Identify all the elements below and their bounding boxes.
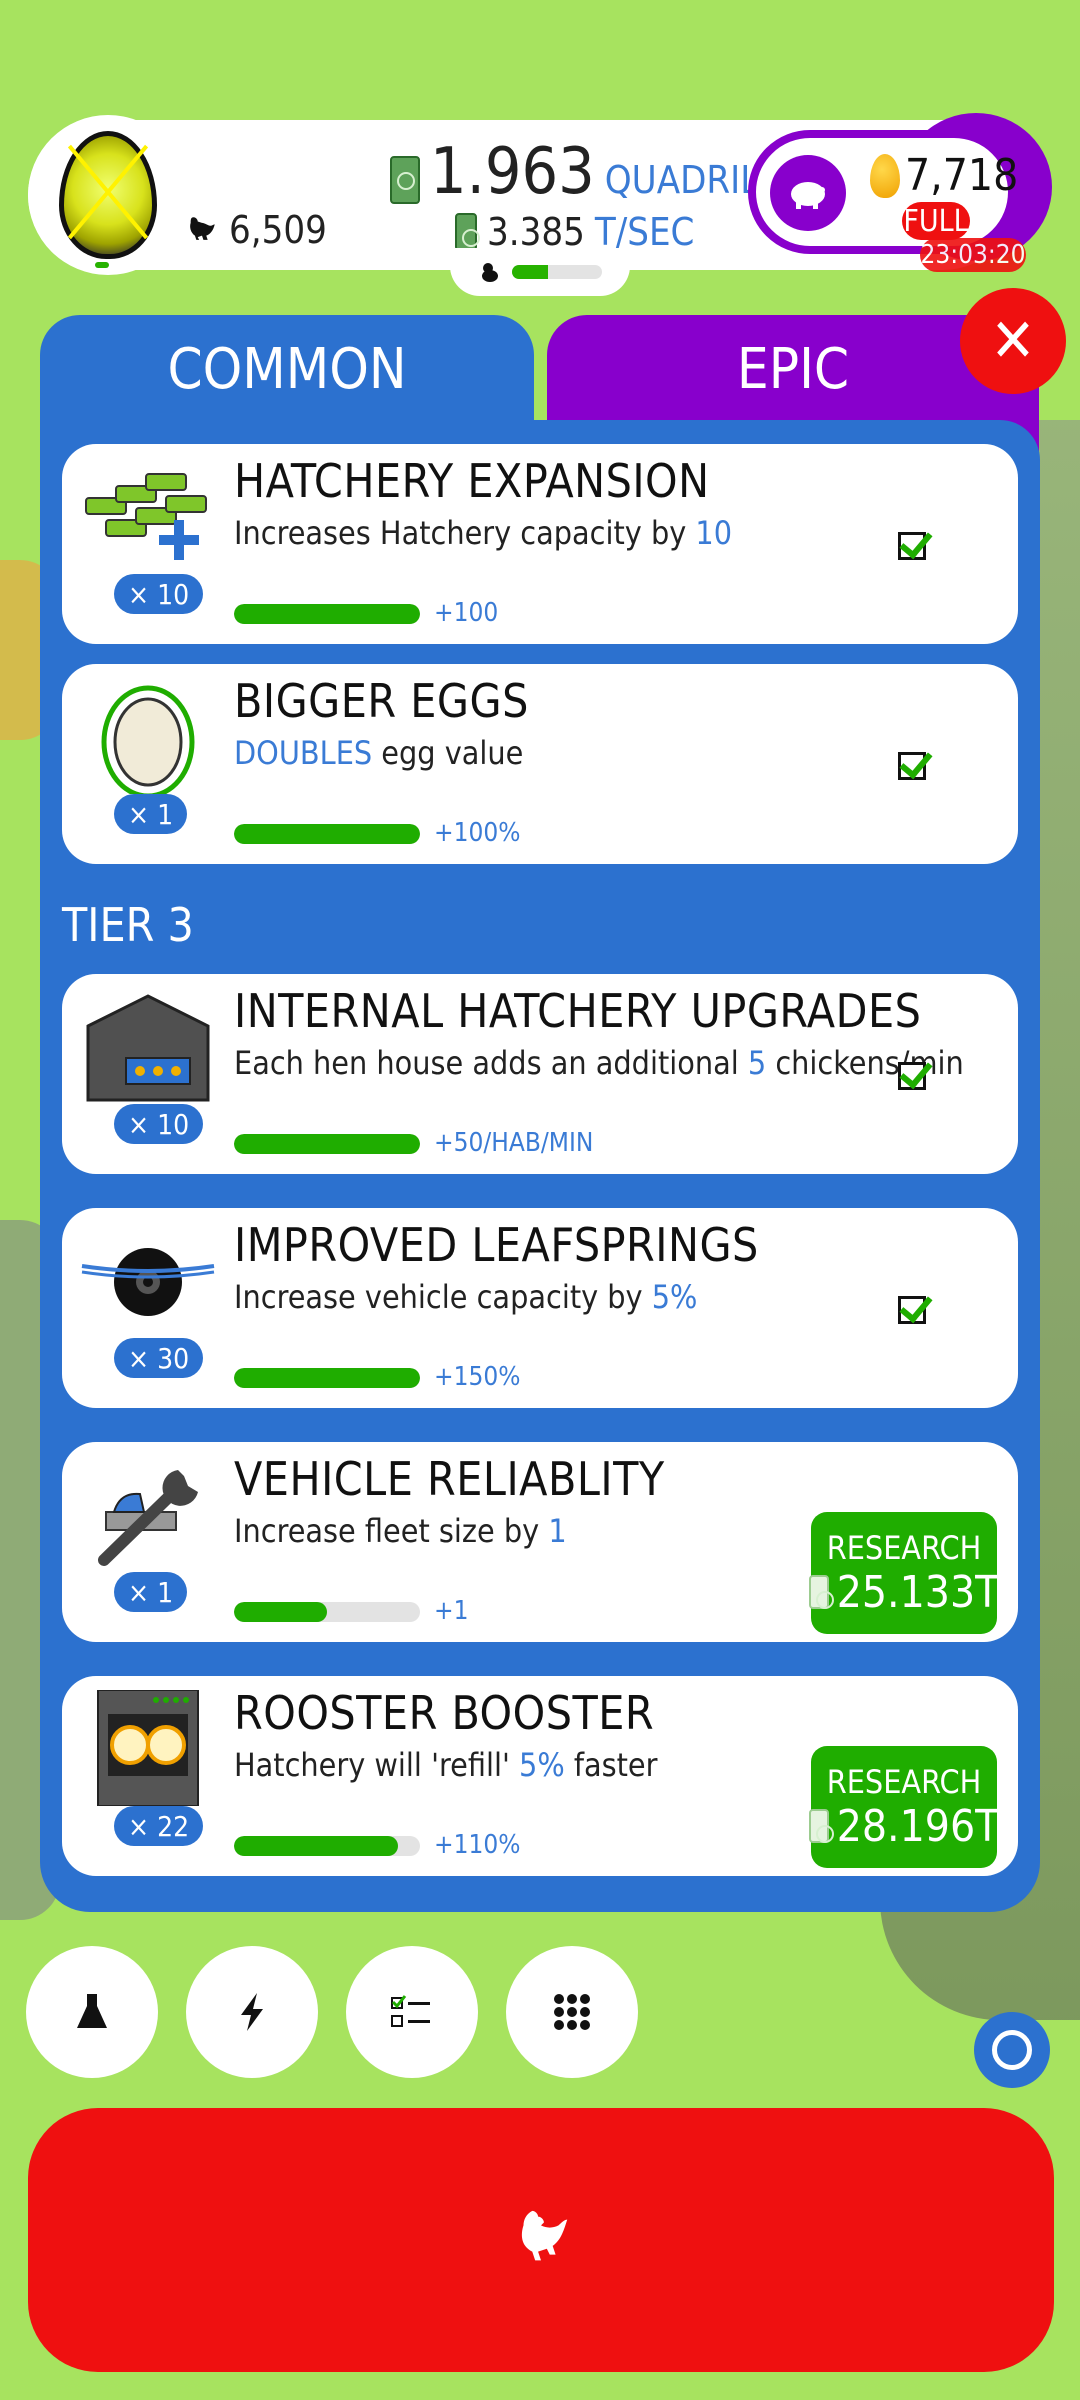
money-value: 1.963 — [430, 135, 595, 209]
flask-icon — [77, 1994, 107, 2028]
card-title: INTERNAL HATCHERY UPGRADES — [234, 984, 922, 1038]
menu-nav-button[interactable] — [506, 1946, 638, 2078]
piggy-bank-button[interactable] — [770, 155, 846, 231]
hen-house-icon — [80, 988, 216, 1104]
card-bonus: +100 — [434, 598, 499, 628]
upgrade-count-badge: × 1 — [114, 794, 188, 834]
golden-egg-icon — [870, 154, 900, 198]
hatch-progress-bar — [512, 265, 602, 279]
card-progress-bar — [234, 824, 420, 844]
card-title: IMPROVED LEAFSPRINGS — [234, 1218, 759, 1272]
research-button[interactable]: RESEARCH 25.133T — [808, 1512, 999, 1634]
card-description: Increase fleet size by 1 — [234, 1512, 567, 1550]
card-bonus: +100% — [434, 818, 521, 848]
checklist-icon — [391, 1995, 430, 2027]
card-description: Hatchery will 'refill' 5% faster — [234, 1746, 658, 1784]
research-card: × 1 VEHICLE RELIABLITY Increase fleet si… — [62, 1442, 1018, 1642]
leafspring-wheel-icon — [80, 1222, 216, 1338]
card-title: HATCHERY EXPANSION — [234, 454, 710, 508]
research-label: RESEARCH — [826, 1762, 982, 1801]
cash-icon — [455, 213, 480, 251]
upgrade-count-badge: × 10 — [114, 1104, 204, 1144]
piggy-bank-icon — [791, 182, 825, 209]
card-bonus: +1 — [434, 1596, 469, 1626]
research-card: × 22 ROOSTER BOOSTER Hatchery will 'refi… — [62, 1676, 1018, 1876]
complete-check-icon — [898, 1062, 926, 1090]
card-bonus: +110% — [434, 1830, 521, 1860]
card-description: Increase vehicle capacity by 5% — [234, 1278, 698, 1316]
complete-check-icon — [898, 752, 926, 780]
piggy-timer: 23:03:20 — [920, 238, 1026, 272]
boost-nav-button[interactable] — [186, 1946, 318, 2078]
lightning-icon — [241, 1993, 263, 2031]
close-icon: ✕ — [990, 306, 1036, 376]
upgrade-count-badge: × 30 — [114, 1338, 204, 1378]
card-progress-bar — [234, 604, 420, 624]
complete-check-icon — [898, 1296, 926, 1324]
card-progress-bar — [234, 1134, 420, 1154]
chick-icon — [482, 263, 498, 282]
hatch-chicken-button[interactable] — [28, 2108, 1054, 2372]
chicken-count: 6,509 — [185, 208, 327, 252]
research-cost: 28.196T — [808, 1801, 999, 1852]
card-title: BIGGER EGGS — [234, 674, 529, 728]
chicken-icon — [190, 217, 215, 240]
egg-icon — [80, 678, 216, 799]
golden-egg-count: 7,718 — [905, 150, 1019, 201]
egg-icon — [59, 131, 157, 259]
upgrade-count-badge: × 10 — [114, 574, 204, 614]
complete-check-icon — [898, 532, 926, 560]
hatch-progress[interactable] — [450, 248, 630, 296]
missions-nav-button[interactable] — [346, 1946, 478, 2078]
research-button[interactable]: RESEARCH 28.196T — [808, 1746, 999, 1868]
card-description: DOUBLES egg value — [234, 734, 524, 772]
card-bonus: +150% — [434, 1362, 521, 1392]
circle-icon — [992, 2030, 1032, 2070]
close-button[interactable]: ✕ — [960, 288, 1066, 394]
wrench-vehicle-icon — [80, 1456, 216, 1572]
cash-icon — [808, 1575, 834, 1609]
grid-icon — [554, 1994, 590, 2030]
research-card: × 30 IMPROVED LEAFSPRINGS Increase vehic… — [62, 1208, 1018, 1408]
card-progress-bar — [234, 1368, 420, 1388]
research-nav-button[interactable] — [26, 1946, 158, 2078]
card-title: VEHICLE RELIABLITY — [234, 1452, 665, 1506]
egg-avatar[interactable] — [28, 115, 188, 275]
card-description: Increases Hatchery capacity by 10 — [234, 514, 733, 552]
card-progress-bar — [234, 1602, 420, 1622]
research-card: × 1 BIGGER EGGS DOUBLES egg value +100% — [62, 664, 1018, 864]
piggy-full-badge: FULL — [902, 202, 970, 240]
upgrade-count-badge: × 22 — [114, 1806, 204, 1846]
hatchery-expansion-icon — [80, 458, 216, 574]
chicken-count-value: 6,509 — [229, 208, 327, 252]
research-label: RESEARCH — [826, 1528, 982, 1567]
card-title: ROOSTER BOOSTER — [234, 1686, 655, 1740]
cash-icon — [808, 1809, 834, 1843]
tier-label: TIER 3 — [62, 898, 194, 952]
cash-icon — [390, 156, 420, 204]
camera-toggle-button[interactable] — [974, 2012, 1050, 2088]
rooster-booster-icon — [80, 1689, 216, 1807]
card-description: Each hen house adds an additional 5 chic… — [234, 1044, 964, 1082]
egg-level-indicator — [95, 262, 109, 268]
upgrade-count-badge: × 1 — [114, 1572, 188, 1612]
chicken-icon — [521, 2210, 568, 2261]
card-bonus: +50/HAB/MIN — [434, 1128, 594, 1158]
research-card: × 10 INTERNAL HATCHERY UPGRADES Each hen… — [62, 974, 1018, 1174]
card-progress-bar — [234, 1836, 420, 1856]
research-cost: 25.133T — [808, 1567, 999, 1618]
research-card: × 10 HATCHERY EXPANSION Increases Hatche… — [62, 444, 1018, 644]
